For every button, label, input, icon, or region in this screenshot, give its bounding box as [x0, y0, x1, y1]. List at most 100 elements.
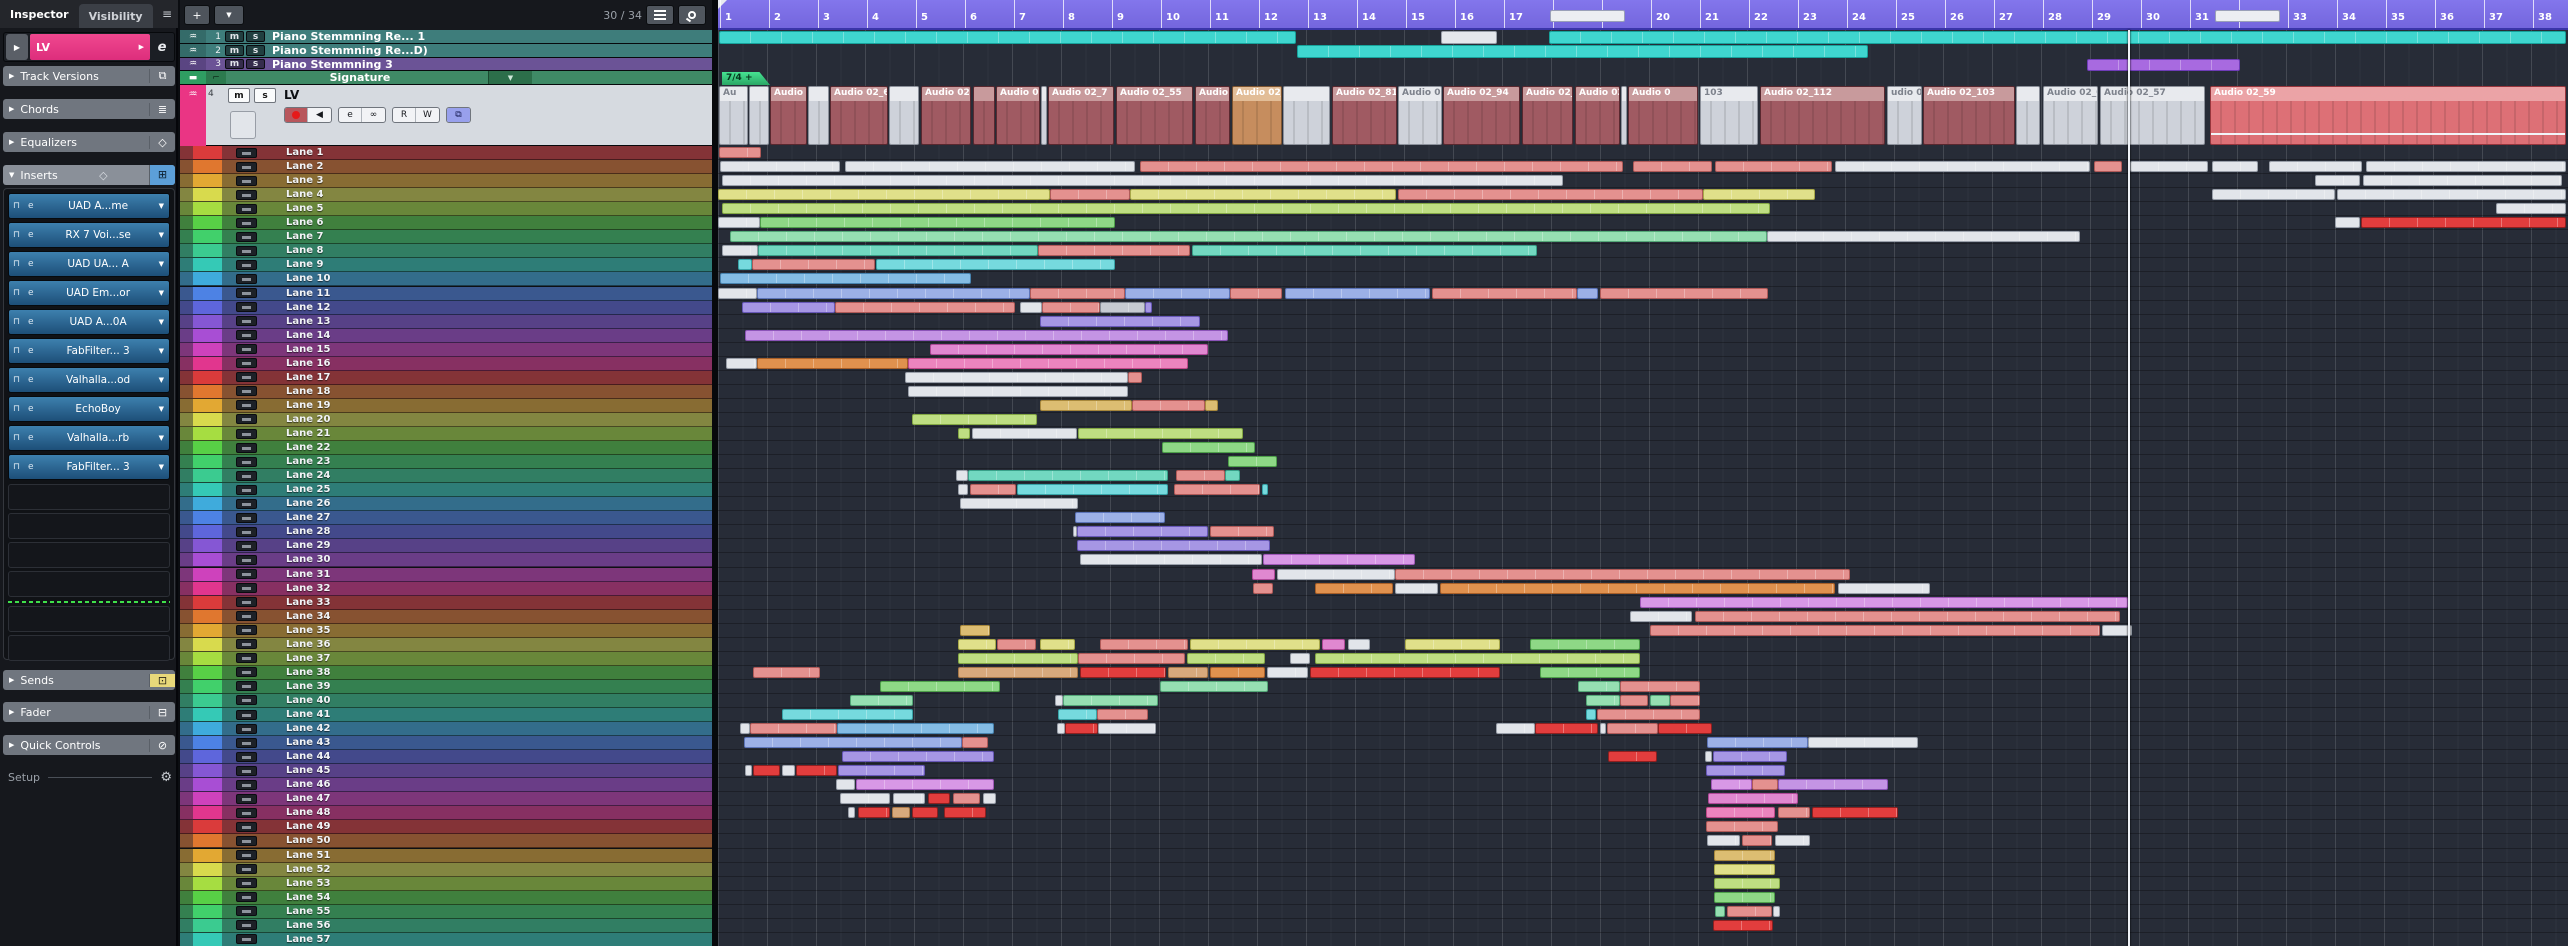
lane-clip[interactable] [1630, 611, 1692, 622]
lane-solo-button[interactable] [236, 429, 257, 439]
ruler-cycle-marker[interactable] [1550, 10, 1625, 22]
lane-solo-button[interactable] [236, 766, 257, 776]
lane-clip[interactable] [1078, 428, 1243, 439]
lane-clip[interactable] [1098, 723, 1156, 734]
mute-button[interactable]: m [225, 45, 244, 56]
lane-clip[interactable] [2337, 189, 2566, 200]
track-name[interactable]: LV [284, 88, 299, 102]
lane-solo-button[interactable] [236, 639, 257, 649]
insert-slot[interactable]: ⊓eUAD A...me▼ [8, 193, 170, 219]
lane-clip[interactable] [1210, 667, 1265, 678]
lane-solo-button[interactable] [236, 906, 257, 916]
lane-clip[interactable] [1620, 695, 1648, 706]
lane-row[interactable]: Lane 31 [180, 568, 712, 582]
lane-color-chip[interactable] [193, 806, 222, 819]
ruler-measure[interactable]: 38 [2533, 0, 2568, 30]
lane-clip[interactable] [958, 667, 1078, 678]
mute-button[interactable]: m [228, 88, 250, 103]
lane-color-chip[interactable] [193, 483, 222, 496]
lane-clip[interactable] [1065, 723, 1098, 734]
lane-solo-button[interactable] [236, 597, 257, 607]
lane-clip[interactable] [1040, 316, 1200, 327]
ruler-measure[interactable]: 14 [1357, 0, 1406, 30]
lane-clip[interactable] [2363, 175, 2562, 186]
lane-row[interactable]: Lane 21 [180, 427, 712, 441]
lane-color-chip[interactable] [193, 891, 222, 904]
lane-color-chip[interactable] [193, 680, 222, 693]
lane-clip[interactable] [1017, 484, 1168, 495]
lane-solo-button[interactable] [236, 358, 257, 368]
lane-clip[interactable] [1080, 667, 1166, 678]
lane-clip[interactable] [956, 470, 968, 481]
lane-solo-button[interactable] [236, 274, 257, 284]
track-row-lv-selected[interactable]: ♒ 4 m s LV ◀ e ∞ R W ⧉ [180, 85, 712, 146]
lane-clip[interactable] [958, 653, 1078, 664]
audio-clip[interactable]: Audio 02_02 [2043, 86, 2098, 145]
lane-clip[interactable] [1285, 288, 1430, 299]
ruler-measure[interactable]: 22 [1749, 0, 1798, 30]
lane-clip[interactable] [1620, 681, 1700, 692]
lane-row[interactable]: Lane 43 [180, 736, 712, 750]
add-track-dropdown[interactable]: ▼ [214, 5, 244, 25]
chevron-down-icon[interactable]: ▼ [159, 318, 164, 326]
lane-solo-button[interactable] [236, 288, 257, 298]
lane-solo-button[interactable] [236, 934, 257, 944]
lane-solo-button[interactable] [236, 232, 257, 242]
lane-clip[interactable] [2366, 161, 2566, 172]
section-sends[interactable]: ▶ Sends ⊡ [3, 670, 175, 690]
lane-clip[interactable] [1670, 695, 1700, 706]
lane-clip[interactable] [1263, 554, 1415, 565]
lane-solo-button[interactable] [236, 400, 257, 410]
lane-row[interactable]: Lane 7 [180, 230, 712, 244]
lane-clip[interactable] [1808, 737, 1918, 748]
lane-clip[interactable] [2315, 175, 2360, 186]
lane-clip[interactable] [1708, 793, 1798, 804]
lane-row[interactable]: Lane 2 [180, 160, 712, 174]
lane-clip[interactable] [845, 161, 1135, 172]
insert-slot[interactable]: ⊓eUAD Em...or▼ [8, 280, 170, 306]
audio-clip[interactable]: Audio 02_57 [2100, 86, 2205, 145]
lane-color-chip[interactable] [193, 933, 222, 946]
audio-clip[interactable]: Audio 02_55 [1232, 86, 1282, 145]
lane-color-chip[interactable] [193, 188, 222, 201]
audio-clip[interactable] [749, 86, 769, 145]
lane-clip[interactable] [840, 793, 890, 804]
audio-clip[interactable] [1041, 86, 1047, 145]
ruler-measure[interactable]: 2 [769, 0, 818, 30]
lane-clip[interactable] [1600, 723, 1606, 734]
lane-clip[interactable] [1578, 681, 1620, 692]
chevron-down-icon[interactable]: ▼ [159, 405, 164, 413]
mute-button[interactable]: m [225, 31, 244, 42]
lane-clip[interactable] [1176, 470, 1225, 481]
track-picture-box[interactable] [230, 111, 256, 139]
lane-row[interactable]: Lane 41 [180, 708, 712, 722]
ruler-measure[interactable]: 33 [2288, 0, 2337, 30]
lane-color-chip[interactable] [193, 146, 222, 159]
lane-clip[interactable] [997, 639, 1036, 650]
lane-clip[interactable] [1130, 189, 1396, 200]
chevron-down-icon[interactable]: ▼ [159, 376, 164, 384]
track-row-signature[interactable]: ▬ ⌐ Signature ▼ [180, 71, 712, 85]
lane-clip[interactable] [1767, 231, 2080, 242]
lane-solo-button[interactable] [236, 611, 257, 621]
lane-clip[interactable] [1205, 400, 1218, 411]
lane-solo-button[interactable] [236, 555, 257, 565]
ruler-measure[interactable]: 12 [1259, 0, 1308, 30]
lane-row[interactable]: Lane 36 [180, 638, 712, 652]
lane-row[interactable]: Lane 24 [180, 469, 712, 483]
lane-solo-button[interactable] [236, 920, 257, 930]
lane-color-chip[interactable] [193, 329, 222, 342]
lane-solo-button[interactable] [236, 780, 257, 790]
lane-row[interactable]: Lane 34 [180, 610, 712, 624]
lane-color-chip[interactable] [193, 216, 222, 229]
lane-color-chip[interactable] [193, 834, 222, 847]
lane-clip[interactable] [850, 695, 913, 706]
lane-color-chip[interactable] [193, 553, 222, 566]
lane-clip[interactable] [1650, 625, 2100, 636]
lane-row[interactable]: Lane 38 [180, 666, 712, 680]
lane-row[interactable]: Lane 16 [180, 357, 712, 371]
lane-clip[interactable] [1315, 653, 1640, 664]
lane-solo-button[interactable] [236, 190, 257, 200]
lane-clip[interactable] [745, 330, 1228, 341]
lane-clip[interactable] [960, 498, 1078, 509]
